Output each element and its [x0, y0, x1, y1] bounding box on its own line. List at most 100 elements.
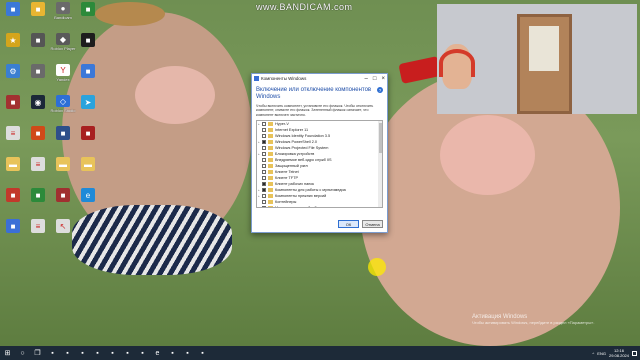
- app-icon[interactable]: ▪: [135, 346, 150, 360]
- wallpaper-hat-left: [95, 2, 165, 26]
- start-icon[interactable]: ⊞: [0, 346, 15, 360]
- dialog-title: Компоненты Windows: [261, 76, 307, 81]
- webcam-door-window: [529, 26, 559, 71]
- desktop-icon[interactable]: ≡: [29, 157, 47, 175]
- feature-checkbox[interactable]: [262, 194, 266, 199]
- app-icon[interactable]: ▪: [60, 346, 75, 360]
- edge-icon: e: [81, 188, 95, 202]
- desktop-icon[interactable]: ➤: [79, 95, 97, 113]
- feature-label: Windows Projected File System: [275, 146, 329, 151]
- cursor-highlight: [368, 258, 386, 276]
- app-icon[interactable]: ▪: [90, 346, 105, 360]
- feature-checkbox[interactable]: [262, 152, 266, 157]
- dialog-titlebar[interactable]: Компоненты Windows – □ ×: [252, 74, 387, 83]
- feature-checkbox[interactable]: [262, 164, 266, 169]
- clock[interactable]: 12:16 29.08.2024: [609, 348, 629, 358]
- desktop-icon-label: Roblox Player: [50, 46, 76, 51]
- app-icon[interactable]: ▪: [120, 346, 135, 360]
- feature-checkbox[interactable]: [262, 182, 266, 187]
- app-icon: ■: [81, 33, 95, 47]
- app-icon[interactable]: ▪: [180, 346, 195, 360]
- desktop-icon[interactable]: ↖: [54, 219, 72, 237]
- desktop-icon[interactable]: ■: [79, 126, 97, 144]
- language-indicator[interactable]: ENG: [597, 351, 606, 356]
- close-button[interactable]: ×: [381, 76, 385, 82]
- app-icon: ■: [31, 2, 45, 16]
- desktop-icon[interactable]: ≡: [4, 126, 22, 144]
- yandex-icon: Y: [56, 64, 70, 76]
- task-view-icon[interactable]: ❐: [30, 346, 45, 360]
- folder-icon: [268, 158, 273, 162]
- folder-icon: [268, 182, 273, 186]
- desktop-icon[interactable]: ■: [79, 2, 97, 20]
- folder-icon: ▬: [6, 157, 20, 171]
- desktop-icon[interactable]: ■: [4, 95, 22, 113]
- desktop-icon[interactable]: ■: [4, 188, 22, 206]
- features-list[interactable]: + Hyper-V Internet Explorer 11 Windows Iden…: [256, 120, 383, 209]
- features-scrollbar[interactable]: [378, 121, 382, 208]
- feature-checkbox[interactable]: [262, 188, 266, 193]
- tray-chevron-icon[interactable]: ^: [592, 351, 594, 356]
- taskbar: ⊞ ○ ❐ ▪ ▪ ▪ ▪ ▪ ▪ ▪ e ▪ ▪ ▪ ^ ENG 12:16 29.08.2024: [0, 346, 640, 360]
- feature-checkbox[interactable]: [262, 170, 266, 175]
- desktop-icon[interactable]: ■: [4, 219, 22, 237]
- desktop-icon[interactable]: ■: [79, 64, 97, 82]
- desktop-icon-label: Bandicam: [54, 15, 72, 20]
- feature-label: Windows PowerShell 2.0: [275, 140, 317, 145]
- feature-checkbox[interactable]: [262, 122, 266, 127]
- desktop-icon[interactable]: ■: [29, 33, 47, 51]
- app-icon[interactable]: ▪: [165, 346, 180, 360]
- desktop-icon[interactable]: ■: [29, 64, 47, 82]
- feature-checkbox[interactable]: [262, 134, 266, 139]
- ok-button[interactable]: ОК: [338, 220, 359, 228]
- feature-checkbox[interactable]: [262, 128, 266, 133]
- desktop-icon[interactable]: ◉: [29, 95, 47, 113]
- wallpaper-pig-left-snout: [135, 66, 215, 124]
- notifications-icon[interactable]: [632, 350, 637, 356]
- search-icon[interactable]: ○: [15, 346, 30, 360]
- feature-checkbox[interactable]: [262, 200, 266, 205]
- desktop-icon[interactable]: ■: [29, 188, 47, 206]
- feature-checkbox[interactable]: [262, 146, 266, 151]
- feature-checkbox[interactable]: [262, 206, 266, 208]
- document-icon: ≡: [31, 157, 45, 171]
- feature-label: Internet Explorer 11: [275, 128, 309, 133]
- desktop-icon[interactable]: e: [79, 188, 97, 206]
- feature-checkbox[interactable]: [262, 140, 266, 145]
- maximize-button[interactable]: □: [373, 76, 377, 82]
- cancel-button[interactable]: Отмена: [362, 220, 383, 228]
- minimize-button[interactable]: –: [365, 76, 368, 82]
- feature-checkbox[interactable]: [262, 158, 266, 163]
- desktop-icon[interactable]: ◇ Roblox Studio: [51, 95, 75, 113]
- app-icon: ■: [6, 188, 20, 202]
- desktop-icon[interactable]: ■: [54, 188, 72, 206]
- desktop-icon[interactable]: ★: [4, 33, 22, 51]
- app-icon[interactable]: ▪: [195, 346, 210, 360]
- desktop-icon[interactable]: ⚙: [4, 64, 22, 82]
- desktop-icon[interactable]: ■: [29, 2, 47, 20]
- help-icon[interactable]: ?: [377, 87, 383, 93]
- webcam-headphones: [439, 49, 475, 77]
- desktop-icon[interactable]: ■: [4, 2, 22, 20]
- desktop-icon[interactable]: ▬: [79, 157, 97, 175]
- desktop-icon[interactable]: ◆ Roblox Player: [51, 33, 75, 51]
- desktop-icon[interactable]: ● Bandicam: [54, 2, 72, 20]
- desktop-icon[interactable]: ▬: [54, 157, 72, 175]
- feature-checkbox[interactable]: [262, 176, 266, 181]
- app-icon[interactable]: ▪: [45, 346, 60, 360]
- scrollbar-thumb[interactable]: [378, 123, 382, 154]
- desktop-icon[interactable]: ■: [29, 126, 47, 144]
- desktop-icon[interactable]: ■: [79, 33, 97, 51]
- wallpaper-pig-right-snout: [440, 115, 535, 195]
- app-icon[interactable]: ▪: [75, 346, 90, 360]
- feature-label: Контейнеры: [275, 200, 297, 205]
- desktop-icon-label: Yandex: [56, 77, 70, 82]
- edge-icon[interactable]: e: [150, 346, 165, 360]
- app-icon[interactable]: ▪: [105, 346, 120, 360]
- feature-row[interactable]: Мост для центра обработки данных: [257, 205, 382, 208]
- desktop-icon[interactable]: ≡: [29, 219, 47, 237]
- desktop-icon[interactable]: ▬: [4, 157, 22, 175]
- folder-icon: [268, 122, 273, 126]
- desktop-icon[interactable]: ■: [54, 126, 72, 144]
- desktop-icon[interactable]: Y Yandex: [54, 64, 72, 82]
